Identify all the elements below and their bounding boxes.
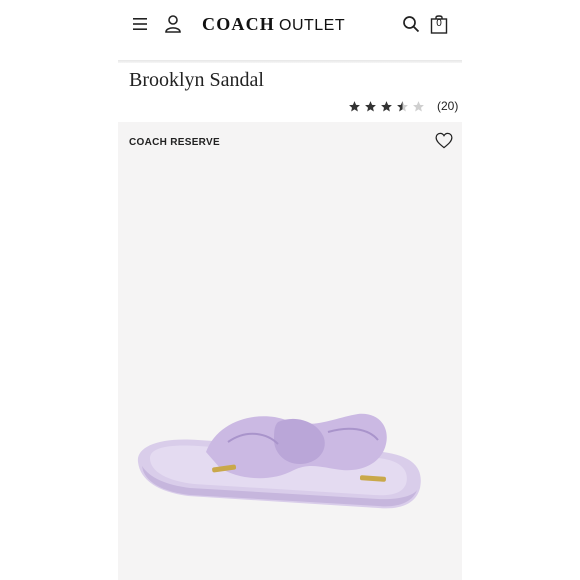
search-icon[interactable] — [402, 15, 420, 33]
left-gutter — [0, 0, 118, 580]
menu-icon[interactable] — [133, 17, 147, 31]
heart-icon[interactable] — [435, 132, 453, 149]
account-icon[interactable] — [164, 14, 182, 34]
product-rating[interactable]: (20) — [348, 98, 458, 114]
product-image-area: COACH RESERVE — [118, 122, 462, 580]
star-half-icon — [397, 100, 408, 111]
site-logo[interactable]: COACH OUTLET — [202, 14, 345, 35]
bag-count: 0 — [436, 18, 442, 29]
phone-screen: COACH OUTLET 0 Brooklyn Sandal (20) COACH… — [118, 0, 462, 580]
site-header: COACH OUTLET 0 — [118, 0, 462, 60]
product-title: Brooklyn Sandal — [129, 69, 264, 91]
star-empty-icon — [413, 100, 424, 111]
collection-label: COACH RESERVE — [129, 137, 220, 148]
star-full-icon — [365, 100, 376, 111]
logo-brand: COACH — [202, 14, 275, 34]
star-full-icon — [349, 100, 360, 111]
star-full-icon — [381, 100, 392, 111]
logo-outlet: OUTLET — [279, 17, 346, 34]
review-count[interactable]: (20) — [437, 99, 458, 113]
product-image-sandal — [137, 413, 421, 509]
header-divider — [118, 60, 462, 63]
right-gutter — [462, 0, 580, 580]
